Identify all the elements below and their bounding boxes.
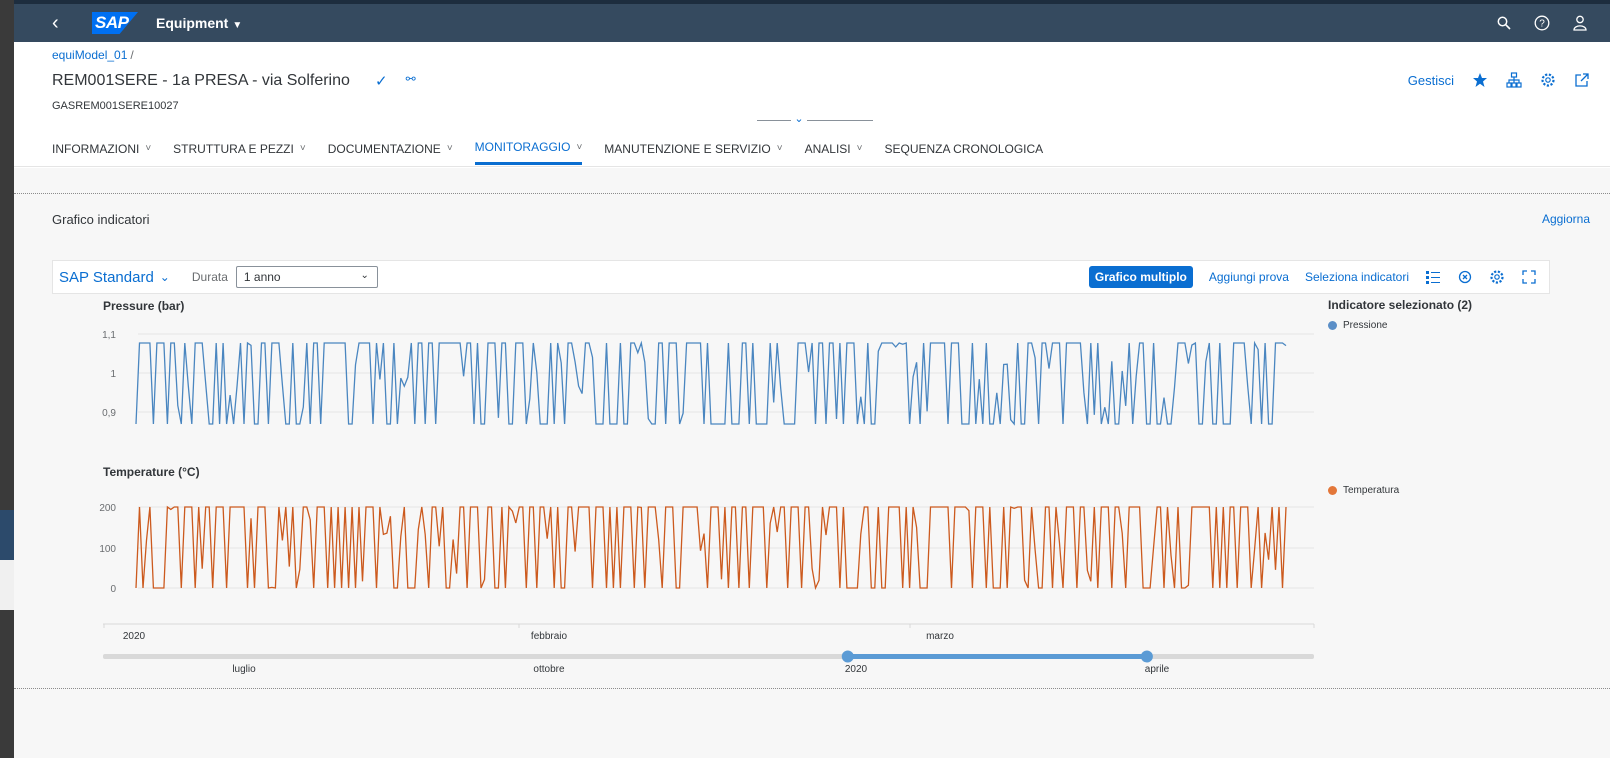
pressure-chart-title: Pressure (bar): [103, 299, 184, 313]
tab-struttura-e-pezzi[interactable]: STRUTTURA E PEZZI ˅: [173, 138, 306, 165]
y-tick-label: 1,1: [102, 330, 116, 341]
select-indicators-button[interactable]: Seleziona indicatori: [1305, 270, 1409, 284]
tab-sequenza-cronologica[interactable]: SEQUENZA CRONOLOGICA: [884, 138, 1043, 165]
multi-chart-button[interactable]: Grafico multiplo: [1088, 266, 1193, 288]
legend-title: Indicatore selezionato (2): [1328, 298, 1473, 312]
range-slider-end-handle[interactable]: [1140, 650, 1153, 663]
anchor-bar: INFORMAZIONI ˅ STRUTTURA E PEZZI ˅ DOCUMENTA…: [52, 138, 1065, 165]
user-icon[interactable]: [1572, 15, 1588, 31]
legend-label: Pressione: [1343, 320, 1388, 331]
favorite-star-icon[interactable]: [1472, 72, 1488, 88]
shell-bar: ‹ SAP Equipment ▼ ?: [14, 4, 1610, 42]
background-strip: [0, 510, 14, 560]
back-button[interactable]: ‹: [52, 12, 82, 35]
breadcrumb[interactable]: equiModel_01/: [52, 48, 134, 62]
chevron-down-icon: ˅: [299, 143, 306, 154]
chart-settings-gear-icon[interactable]: [1489, 269, 1505, 285]
background-window-edge: [0, 0, 14, 758]
tab-label: INFORMAZIONI: [52, 141, 140, 156]
tab-documentazione[interactable]: DOCUMENTAZIONE ˅: [328, 138, 453, 165]
monitoring-section: Grafico indicatori Aggiorna SAP Standard…: [14, 168, 1610, 758]
legend-item-pressure[interactable]: Pressione: [1328, 320, 1387, 331]
link-icon[interactable]: ⚯: [406, 72, 416, 90]
sap-logo[interactable]: SAP: [92, 12, 138, 34]
duration-select[interactable]: 1 anno ⌄: [235, 266, 378, 288]
search-icon[interactable]: [1496, 15, 1512, 31]
manage-button[interactable]: Gestisci: [1408, 73, 1454, 88]
x-tick-label: febbraio: [531, 631, 568, 642]
tab-label: ANALISI: [804, 141, 851, 156]
object-page: equiModel_01/ REM001SERE - 1a PRESA - vi…: [14, 42, 1610, 758]
section-title: Grafico indicatori: [52, 212, 150, 227]
tab-label: SEQUENZA CRONOLOGICA: [884, 141, 1044, 156]
legend-label: Temperatura: [1343, 485, 1400, 496]
help-icon[interactable]: ?: [1534, 15, 1550, 31]
chevron-down-icon: ˅: [145, 143, 152, 154]
range-slider-label: 2020: [845, 664, 868, 675]
range-slider-label: luglio: [232, 664, 256, 675]
indicator-chart[interactable]: Pressure (bar) Temperature (°C) 1,1 1 0,9 2…: [52, 296, 1322, 716]
y-tick-label: 1: [110, 369, 116, 380]
chart-toolbar: SAP Standard ⌄ Durata 1 anno ⌄ Grafico mul…: [52, 260, 1550, 294]
share-export-icon[interactable]: [1574, 72, 1590, 88]
chevron-down-icon: ˅: [776, 143, 783, 154]
object-header: equiModel_01/ REM001SERE - 1a PRESA - vi…: [14, 42, 1610, 167]
checkmark-icon[interactable]: ✓: [375, 72, 388, 90]
app-title-menu[interactable]: Equipment ▼: [156, 15, 242, 31]
page-title: REM001SERE - 1a PRESA - via Solferino: [52, 72, 350, 89]
add-test-button[interactable]: Aggiungi prova: [1209, 270, 1289, 284]
range-slider-label: aprile: [1145, 664, 1170, 675]
reset-zoom-icon[interactable]: [1457, 269, 1473, 285]
tab-label: MANUTENZIONE E SERVIZIO: [604, 141, 771, 156]
divider: [14, 688, 1610, 689]
tab-label: MONITORAGGIO: [474, 140, 571, 154]
caret-down-icon: ▼: [232, 20, 243, 31]
legend-dot: [1328, 486, 1337, 495]
tab-label: STRUTTURA E PEZZI: [173, 141, 294, 156]
chevron-down-icon: ˅: [856, 143, 863, 154]
range-slider-label: ottobre: [533, 664, 565, 675]
temperature-chart-title: Temperature (°C): [103, 465, 200, 479]
chevron-down-icon: ˅: [576, 141, 583, 153]
object-subtitle: GASREM001SERE10027: [52, 100, 179, 112]
collapse-header-chevron-icon[interactable]: ⌄: [791, 112, 807, 126]
y-tick-label: 0: [110, 584, 116, 595]
legend-item-temperature[interactable]: Temperatura: [1328, 485, 1399, 496]
range-slider-start-handle[interactable]: [841, 650, 854, 663]
svg-text:?: ?: [1539, 19, 1545, 30]
x-tick-label: 2020: [123, 631, 146, 642]
duration-label: Durata: [191, 270, 228, 284]
y-tick-label: 100: [99, 544, 116, 555]
header-collapse-line: [757, 120, 873, 121]
legend-list-icon[interactable]: [1425, 269, 1441, 285]
divider: [14, 193, 1610, 194]
hierarchy-icon[interactable]: [1506, 72, 1522, 88]
tab-monitoraggio[interactable]: MONITORAGGIO ˅: [474, 138, 583, 165]
chevron-down-icon: ⌄: [159, 270, 170, 284]
range-slider-selection[interactable]: [847, 654, 1147, 659]
tab-informazioni[interactable]: INFORMAZIONI ˅: [52, 138, 151, 165]
background-strip: [0, 560, 14, 610]
variant-selector[interactable]: SAP Standard ⌄: [59, 269, 170, 286]
tab-manutenzione-e-servizio[interactable]: MANUTENZIONE E SERVIZIO ˅: [604, 138, 782, 165]
chevron-down-icon: ⌄: [360, 270, 369, 281]
legend-dot: [1328, 321, 1337, 330]
y-tick-label: 0,9: [102, 408, 116, 419]
fullscreen-icon[interactable]: [1521, 269, 1537, 285]
y-tick-label: 200: [99, 503, 116, 514]
x-tick-label: marzo: [926, 631, 954, 642]
tab-analisi[interactable]: ANALISI ˅: [805, 138, 863, 165]
settings-gear-icon[interactable]: [1540, 72, 1556, 88]
tab-label: DOCUMENTAZIONE: [327, 141, 441, 156]
refresh-link[interactable]: Aggiorna: [1542, 212, 1590, 226]
chevron-down-icon: ˅: [446, 143, 453, 154]
